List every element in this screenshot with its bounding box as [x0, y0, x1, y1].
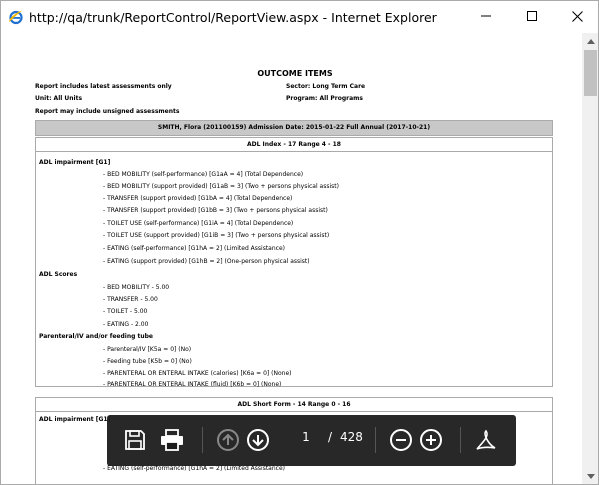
- patient-header: SMITH, Flora (201100159) Admission Date:…: [35, 120, 553, 136]
- scroll-down-button[interactable]: [582, 468, 598, 484]
- list-item: - TRANSFER (support provided) [G1bB = 3]…: [103, 207, 328, 214]
- internet-explorer-icon: [9, 10, 23, 25]
- window-title: http://qa/trunk/ReportControl/ReportView…: [29, 9, 437, 25]
- list-item: - EATING (self-performance) [G1hA = 2] (…: [103, 245, 285, 252]
- scroll-up-button[interactable]: [582, 33, 598, 50]
- page-up-icon: [217, 429, 239, 451]
- save-button[interactable]: [122, 427, 148, 453]
- list-item: - EATING (self-performance) [G1hA = 2] (…: [103, 465, 285, 472]
- chevron-up-icon: [586, 39, 595, 44]
- print-button[interactable]: [159, 427, 185, 453]
- group-label: Parenteral/IV and/or feeding tube: [39, 333, 153, 340]
- meta-unsigned: Report may include unsigned assessments: [35, 108, 180, 115]
- list-item: - PARENTERAL OR ENTERAL INTAKE (calories…: [103, 370, 292, 377]
- pdf-open-button[interactable]: [473, 427, 499, 453]
- zoom-out-icon: [390, 429, 412, 451]
- minimize-button[interactable]: [463, 1, 509, 31]
- list-item: - Parenteral/IV [K5a = 0] (No): [103, 346, 192, 353]
- pdf-icon: [476, 429, 496, 450]
- maximize-button[interactable]: [509, 1, 555, 31]
- list-item: - BED MOBILITY - 5.00: [103, 284, 170, 291]
- meta-latest-assessments: Report includes latest assessments only: [35, 83, 172, 90]
- group-label: ADL impairment [G1]: [39, 159, 111, 166]
- minimize-icon: [481, 15, 491, 17]
- list-item: - BED MOBILITY (support provided) [G1aB …: [103, 183, 339, 190]
- pdf-viewer[interactable]: OUTCOME ITEMS Report includes latest ass…: [1, 33, 582, 484]
- maximize-icon: [527, 11, 537, 21]
- separator: [460, 427, 461, 453]
- print-icon: [161, 429, 183, 451]
- group-label: ADL impairment [G1]: [39, 416, 111, 423]
- list-item: - TOILET USE (support provided) [G1iB = …: [103, 232, 330, 239]
- separator: [375, 427, 376, 453]
- save-icon: [125, 430, 145, 450]
- meta-unit: Unit: All Units: [35, 95, 83, 102]
- list-item: - Feeding tube [K5b = 0] (No): [103, 358, 192, 365]
- list-item: - TOILET USE (self-performance) [G1iA = …: [103, 220, 294, 227]
- scrollbar-thumb[interactable]: [584, 50, 597, 96]
- list-item: - EATING (support provided) [G1hB = 2] (…: [103, 258, 310, 265]
- zoom-in-icon: [420, 429, 442, 451]
- meta-sector: Sector: Long Term Care: [286, 83, 366, 90]
- browser-window: http://qa/trunk/ReportControl/ReportView…: [0, 0, 599, 485]
- separator: [202, 427, 203, 453]
- close-icon: [571, 10, 583, 22]
- zoom-in-button[interactable]: [418, 427, 444, 453]
- list-item: - TRANSFER (support provided) [G1bA = 4]…: [103, 195, 293, 202]
- page-down-icon: [247, 429, 269, 451]
- list-item: - PARENTERAL OR ENTERAL INTAKE (fluid) […: [103, 381, 282, 388]
- title-bar[interactable]: http://qa/trunk/ReportControl/ReportView…: [1, 1, 598, 33]
- previous-page-button[interactable]: [215, 427, 241, 453]
- list-item: - BED MOBILITY (self-performance) [G1aA …: [103, 171, 304, 178]
- list-item: - EATING - 2.00: [103, 321, 149, 328]
- section-header: ADL Short Form - 14 Range 0 - 16: [36, 398, 552, 412]
- vertical-scrollbar[interactable]: [582, 33, 598, 484]
- group-label: ADL Scores: [39, 271, 78, 278]
- list-item: - TOILET - 5.00: [103, 308, 148, 315]
- next-page-button[interactable]: [245, 427, 271, 453]
- list-item: - TRANSFER - 5.00: [103, 296, 158, 303]
- section-header: ADL Index - 17 Range 4 - 18: [36, 138, 552, 152]
- zoom-out-button[interactable]: [388, 427, 414, 453]
- meta-program: Program: All Programs: [286, 95, 363, 102]
- adl-index-section: ADL Index - 17 Range 4 - 18 ADL impairme…: [35, 137, 553, 388]
- page-separator: /: [328, 430, 333, 444]
- page-total: 428: [340, 430, 363, 444]
- page-number-input[interactable]: 1: [293, 430, 319, 444]
- chevron-down-icon: [586, 474, 595, 479]
- pdf-toolbar: 1 / 428: [107, 415, 516, 466]
- close-button[interactable]: [554, 1, 598, 31]
- report-title: OUTCOME ITEMS: [257, 69, 333, 78]
